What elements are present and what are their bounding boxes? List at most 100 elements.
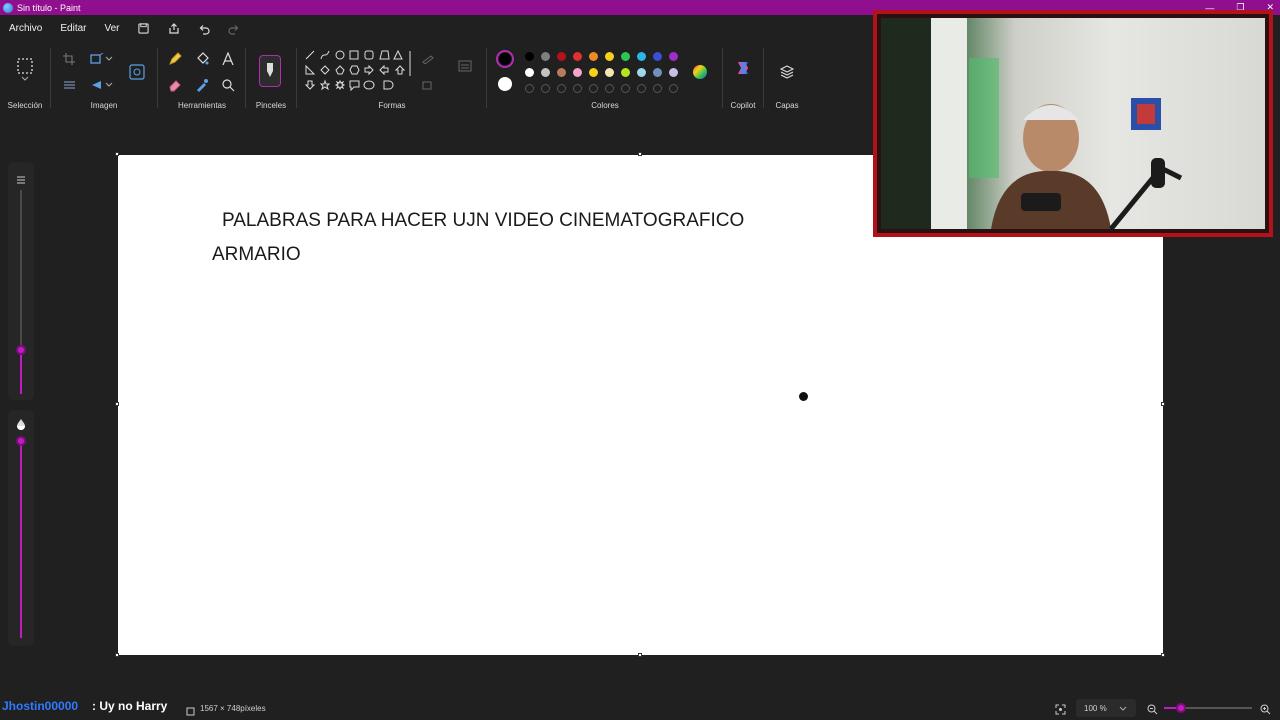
group-selection: Selección: [0, 42, 50, 114]
canvas-text-line-2: ARMARIO: [212, 244, 301, 265]
ribbon-separator: [763, 48, 764, 108]
fill-bucket-icon[interactable]: [192, 49, 212, 69]
zoom-slider-track[interactable]: [1164, 703, 1252, 713]
custom-color-slot[interactable]: [525, 84, 534, 93]
slider-thumb[interactable]: [16, 436, 26, 446]
color-swatch[interactable]: [621, 52, 630, 61]
custom-color-slot[interactable]: [653, 84, 662, 93]
resize-handle[interactable]: [638, 152, 642, 156]
color-picker-icon[interactable]: [192, 75, 212, 95]
resize-handle[interactable]: [1161, 402, 1165, 406]
color-swatch[interactable]: [637, 68, 646, 77]
group-label-brushes: Pinceles: [255, 101, 287, 110]
primary-color[interactable]: [496, 50, 514, 68]
color-swatch[interactable]: [525, 52, 534, 61]
shape-outline-icon[interactable]: [418, 49, 438, 69]
text-tool-icon[interactable]: [218, 49, 238, 69]
custom-color-slot[interactable]: [589, 84, 598, 93]
color-swatch[interactable]: [541, 52, 550, 61]
zoom-out-icon[interactable]: [1147, 702, 1158, 720]
slider-track: [20, 190, 22, 350]
custom-color-slot[interactable]: [573, 84, 582, 93]
zoom-select[interactable]: 100 %: [1076, 699, 1136, 717]
color-swatch[interactable]: [605, 68, 614, 77]
group-colors: Colores: [488, 42, 722, 114]
slider-thumb[interactable]: [16, 345, 26, 355]
canvas-size-icon: [186, 703, 195, 720]
group-label-image: Imagen: [90, 101, 118, 110]
custom-color-slot[interactable]: [541, 84, 550, 93]
crop-icon[interactable]: [59, 49, 79, 69]
color-swatch[interactable]: [653, 68, 662, 77]
chat-overlay-username: Jhostin00000: [2, 699, 79, 713]
resize-handle[interactable]: [638, 653, 642, 657]
brush-cursor: [798, 391, 809, 402]
group-label-colors: Colores: [591, 101, 619, 110]
window-title: Sin título - Paint: [17, 2, 81, 13]
secondary-color[interactable]: [498, 77, 512, 91]
select-rectangle-icon[interactable]: [15, 56, 35, 76]
selection-chevron-icon[interactable]: [15, 74, 35, 84]
color-swatch[interactable]: [525, 68, 534, 77]
chat-overlay-message: : Uy no Harry: [92, 699, 168, 713]
color-swatch[interactable]: [589, 52, 598, 61]
select-all-icon[interactable]: [59, 75, 79, 95]
zoom-value: 100 %: [1084, 703, 1107, 713]
copilot-icon[interactable]: [733, 58, 753, 78]
eraser-icon[interactable]: [165, 75, 185, 95]
slider-fill: [20, 440, 22, 638]
zoom-in-icon[interactable]: [1260, 702, 1271, 720]
resize-handle[interactable]: [115, 653, 119, 657]
opacity-slider[interactable]: [8, 410, 34, 646]
group-label-copilot: Copilot: [730, 101, 756, 110]
layers-icon[interactable]: [777, 62, 797, 82]
group-shapes: Formas: [300, 42, 484, 114]
color-swatch[interactable]: [589, 68, 598, 77]
color-swatch[interactable]: [669, 68, 678, 77]
brush-icon[interactable]: [259, 55, 281, 87]
resize-chevron-icon[interactable]: [104, 49, 114, 69]
group-tools: Herramientas: [160, 42, 244, 114]
color-swatch[interactable]: [573, 68, 582, 77]
custom-color-slot[interactable]: [557, 84, 566, 93]
redo-icon[interactable]: [227, 22, 241, 36]
shape-size-icon[interactable]: [455, 56, 475, 76]
color-swatch[interactable]: [557, 68, 566, 77]
pencil-icon[interactable]: [165, 49, 185, 69]
custom-color-slot[interactable]: [605, 84, 614, 93]
group-label-selection: Selección: [7, 101, 43, 110]
menu-ver[interactable]: Ver: [95, 23, 128, 34]
shape-fill-icon[interactable]: [418, 75, 438, 95]
edit-colors-icon[interactable]: [690, 62, 710, 82]
brush-size-slider[interactable]: [8, 162, 34, 400]
menu-archivo[interactable]: Archivo: [0, 23, 51, 34]
opacity-drop-icon: [16, 417, 26, 435]
custom-color-slot[interactable]: [637, 84, 646, 93]
webcam-overlay: [873, 10, 1273, 237]
image-edit-icon[interactable]: [127, 62, 147, 82]
color-swatch[interactable]: [605, 52, 614, 61]
menu-editar[interactable]: Editar: [51, 23, 95, 34]
color-swatch[interactable]: [669, 52, 678, 61]
ribbon-separator: [50, 48, 51, 108]
color-swatch[interactable]: [573, 52, 582, 61]
color-swatch[interactable]: [541, 68, 550, 77]
custom-color-slot[interactable]: [621, 84, 630, 93]
fit-to-window-icon[interactable]: [1055, 702, 1066, 720]
share-icon[interactable]: [167, 22, 181, 36]
resize-handle[interactable]: [115, 152, 119, 156]
shapes-gallery[interactable]: [302, 48, 412, 100]
resize-handle[interactable]: [1161, 653, 1165, 657]
color-swatch[interactable]: [637, 52, 646, 61]
magnifier-icon[interactable]: [218, 75, 238, 95]
color-swatch[interactable]: [621, 68, 630, 77]
custom-color-slot[interactable]: [669, 84, 678, 93]
color-swatch[interactable]: [653, 52, 662, 61]
color-swatch[interactable]: [557, 52, 566, 61]
save-icon[interactable]: [137, 22, 151, 36]
rotate-chevron-icon[interactable]: [104, 75, 114, 95]
zoom-slider-thumb[interactable]: [1176, 703, 1186, 713]
resize-handle[interactable]: [115, 402, 119, 406]
undo-icon[interactable]: [197, 22, 211, 36]
ribbon-separator: [157, 48, 158, 108]
